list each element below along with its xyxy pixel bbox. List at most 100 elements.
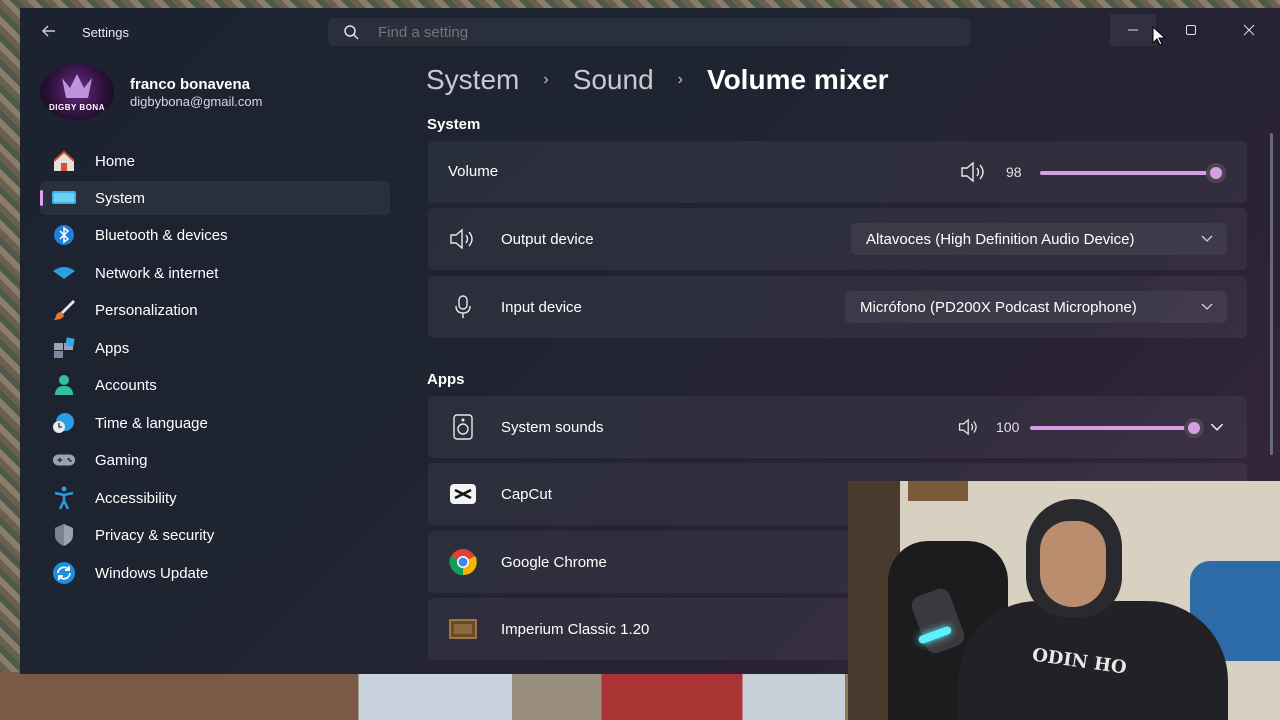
title-bar: Settings	[20, 8, 1280, 54]
user-email: digbybona@gmail.com	[130, 94, 263, 109]
sidebar-item-label: Personalization	[95, 301, 198, 319]
app-title: Settings	[82, 25, 129, 40]
output-device-card: Output device Altavoces (High Definition…	[428, 208, 1247, 270]
sidebar-item-accounts[interactable]: Accounts	[40, 368, 390, 402]
output-device-value: Altavoces (High Definition Audio Device)	[866, 230, 1135, 248]
app-label: Imperium Classic 1.20	[501, 621, 650, 638]
update-icon	[52, 561, 76, 585]
bluetooth-icon	[52, 223, 76, 247]
sidebar-item-home[interactable]: Home	[40, 144, 390, 178]
sidebar-item-system[interactable]: System	[40, 181, 390, 215]
input-device-label: Input device	[501, 299, 582, 316]
apps-icon	[52, 336, 76, 360]
output-device-label: Output device	[501, 231, 594, 248]
breadcrumb: System › Sound › Volume mixer	[426, 60, 889, 100]
app-label: Google Chrome	[501, 554, 607, 571]
sidebar-item-label: Home	[95, 152, 136, 170]
minimize-button[interactable]	[1110, 14, 1156, 46]
volume-slider-thumb[interactable]	[1206, 163, 1227, 183]
output-device-dropdown[interactable]: Altavoces (High Definition Audio Device)	[851, 223, 1227, 255]
sidebar-item-label: Gaming	[95, 451, 148, 469]
sidebar-item-label: Time & language	[95, 414, 208, 432]
sidebar-item-label: Apps	[95, 339, 130, 357]
volume-card: Volume 98	[428, 141, 1247, 203]
app-volume-slider[interactable]	[1030, 418, 1204, 438]
chevron-down-icon[interactable]	[1210, 423, 1224, 432]
sidebar-item-label: System	[95, 189, 146, 207]
webcam-person-face	[1040, 521, 1106, 607]
sidebar-item-network[interactable]: Network & internet	[40, 256, 390, 290]
shield-icon	[52, 523, 76, 547]
search-icon	[344, 25, 359, 40]
arrow-left-icon	[42, 25, 55, 37]
app-card-system-sounds: System sounds 100	[428, 396, 1247, 458]
input-device-value: Micrófono (PD200X Podcast Microphone)	[860, 298, 1137, 316]
microphone-icon	[448, 292, 478, 322]
volume-value: 98	[1006, 164, 1022, 180]
sidebar-item-label: Bluetooth & devices	[95, 226, 228, 244]
user-name: franco bonavena	[130, 76, 251, 93]
sidebar-item-personalization[interactable]: Personalization	[40, 293, 390, 327]
sidebar-item-windows-update[interactable]: Windows Update	[40, 556, 390, 590]
breadcrumb-system[interactable]: System	[426, 64, 519, 96]
accounts-icon	[52, 373, 76, 397]
app-volume-value: 100	[996, 419, 1020, 435]
mouse-cursor-icon	[1152, 26, 1166, 46]
webcam-overlay: ODIN HO	[848, 481, 1280, 720]
app-label: CapCut	[501, 486, 552, 503]
volume-label: Volume	[448, 163, 499, 180]
home-icon	[52, 149, 76, 173]
imperium-icon	[448, 614, 478, 644]
system-icon	[52, 186, 76, 210]
sidebar-item-label: Network & internet	[95, 264, 219, 282]
speaker-icon[interactable]	[958, 418, 980, 436]
volume-slider-fill	[1040, 171, 1223, 175]
chrome-icon	[448, 547, 478, 577]
accessibility-icon	[52, 486, 76, 510]
speaker-icon	[448, 224, 478, 254]
brush-icon	[52, 298, 76, 322]
sidebar-item-label: Accounts	[95, 376, 157, 394]
sidebar-item-bluetooth[interactable]: Bluetooth & devices	[40, 218, 390, 252]
globe-clock-icon	[52, 411, 76, 435]
close-icon	[1243, 24, 1255, 36]
avatar-text: DIGBY BONA	[49, 103, 105, 112]
sidebar-item-label: Windows Update	[95, 564, 209, 582]
input-device-dropdown[interactable]: Micrófono (PD200X Podcast Microphone)	[845, 291, 1227, 323]
app-volume-slider-thumb[interactable]	[1184, 418, 1204, 438]
input-device-card: Input device Micrófono (PD200X Podcast M…	[428, 276, 1247, 338]
system-sounds-icon	[448, 412, 478, 442]
gamepad-icon	[52, 448, 76, 472]
section-title-system: System	[427, 116, 481, 133]
breadcrumb-sound[interactable]: Sound	[573, 64, 654, 96]
chevron-right-icon: ›	[543, 71, 549, 88]
speaker-icon[interactable]	[960, 161, 988, 183]
maximize-icon	[1186, 25, 1196, 35]
chevron-down-icon	[1187, 235, 1227, 243]
sidebar-item-gaming[interactable]: Gaming	[40, 443, 390, 477]
capcut-icon	[448, 479, 478, 509]
avatar[interactable]: DIGBY BONA	[40, 64, 114, 120]
section-title-apps: Apps	[427, 371, 465, 388]
sidebar-item-apps[interactable]: Apps	[40, 331, 390, 365]
sidebar-item-privacy[interactable]: Privacy & security	[40, 518, 390, 552]
search-input[interactable]	[378, 23, 878, 41]
sidebar-item-label: Accessibility	[95, 489, 177, 507]
scrollbar[interactable]	[1270, 133, 1273, 455]
sidebar-item-time-language[interactable]: Time & language	[40, 406, 390, 440]
maximize-button[interactable]	[1168, 14, 1214, 46]
sidebar-item-accessibility[interactable]: Accessibility	[40, 481, 390, 515]
close-button[interactable]	[1226, 14, 1272, 46]
volume-slider[interactable]	[1040, 163, 1227, 183]
chevron-down-icon	[1187, 303, 1227, 311]
chevron-right-icon: ›	[677, 71, 683, 88]
sidebar-item-label: Privacy & security	[95, 526, 215, 544]
minimize-icon	[1128, 29, 1138, 31]
webcam-shelf	[908, 481, 968, 501]
app-volume-slider-fill	[1030, 426, 1200, 430]
wifi-icon	[52, 261, 76, 285]
page-title: Volume mixer	[706, 64, 889, 95]
back-button[interactable]	[40, 22, 58, 40]
search-box[interactable]	[328, 18, 971, 46]
app-label: System sounds	[501, 419, 604, 436]
